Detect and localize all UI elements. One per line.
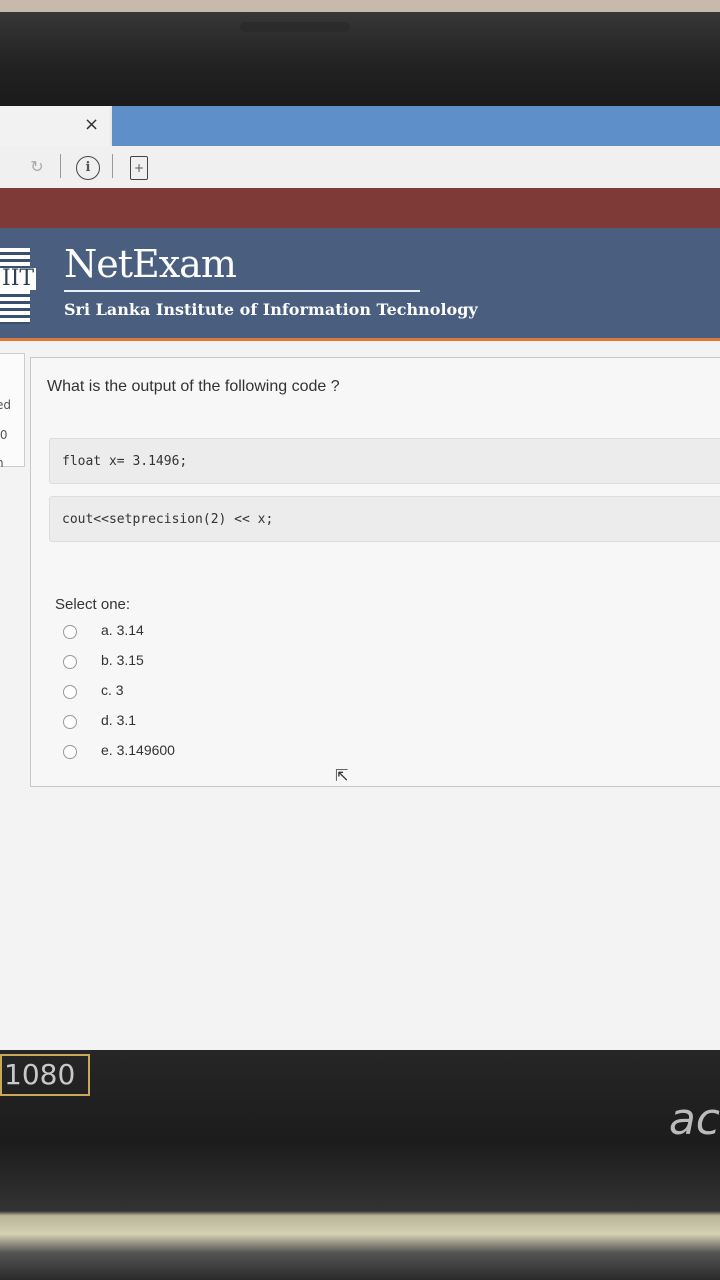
browser-tab-bar: ×	[0, 106, 720, 146]
top-band	[0, 188, 720, 228]
answer-label[interactable]: c. 3	[101, 682, 124, 698]
answer-label[interactable]: d. 3.1	[101, 712, 136, 728]
background-strip	[0, 0, 720, 12]
reload-icon[interactable]: ↻	[26, 156, 48, 178]
logo-text: IIT	[0, 266, 37, 291]
radio-button[interactable]	[63, 715, 77, 729]
toolbar-divider	[60, 154, 61, 178]
main-content: ed .0 n What is the output of the follow…	[0, 341, 720, 1050]
info-fragment: .0	[0, 428, 8, 442]
site-header: IIT NetExam Sri Lanka Institute of Infor…	[0, 228, 720, 338]
browser-toolbar: ↻ i +	[0, 146, 720, 189]
site-subtitle: Sri Lanka Institute of Information Techn…	[64, 300, 478, 319]
code-line: cout<<setprecision(2) << x;	[49, 496, 720, 542]
question-text: What is the output of the following code…	[47, 378, 340, 395]
answer-label[interactable]: a. 3.14	[101, 622, 144, 638]
answer-label[interactable]: e. 3.149600	[101, 742, 175, 758]
hd-badge: 1080	[0, 1054, 90, 1096]
answer-label[interactable]: b. 3.15	[101, 652, 144, 668]
question-card: What is the output of the following code…	[30, 357, 720, 787]
page-icon[interactable]: +	[130, 156, 148, 180]
info-fragment: n	[0, 456, 4, 470]
brand-logo: ac	[668, 1094, 720, 1145]
laptop-top-bezel	[0, 0, 720, 108]
header-rule	[64, 290, 420, 292]
close-tab-icon[interactable]: ×	[84, 114, 99, 135]
radio-button[interactable]	[63, 655, 77, 669]
radio-button[interactable]	[63, 625, 77, 639]
browser-tab[interactable]: ×	[0, 106, 110, 146]
info-icon[interactable]: i	[76, 156, 100, 180]
laptop-screen: × ↻ i + IIT NetExam Sri Lanka Institute …	[0, 106, 720, 1050]
radio-button[interactable]	[63, 745, 77, 759]
site-title: NetExam	[64, 242, 237, 286]
radio-button[interactable]	[63, 685, 77, 699]
question-info-panel: ed .0 n	[0, 353, 25, 470]
tab-strip	[112, 106, 720, 146]
toolbar-divider	[112, 154, 113, 178]
select-one-label: Select one:	[55, 596, 131, 613]
webcam-bar	[240, 22, 350, 32]
mouse-pointer-icon: ⇱	[335, 766, 349, 785]
laptop-bottom-bezel	[0, 1050, 720, 1280]
info-fragment: ed	[0, 398, 11, 412]
code-line: float x= 3.1496;	[49, 438, 720, 484]
